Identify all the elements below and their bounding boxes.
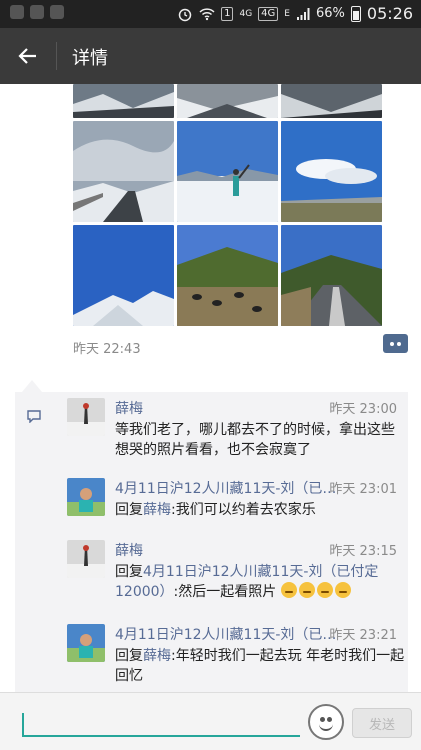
emoji-mouth-icon bbox=[319, 723, 333, 731]
alarm-icon bbox=[178, 8, 192, 21]
photo-thumbnail[interactable] bbox=[281, 225, 382, 326]
post-time: 昨天 22:43 bbox=[73, 342, 141, 357]
wifi-icon bbox=[199, 7, 215, 20]
grimace-emoji-icon bbox=[316, 582, 333, 598]
comment-item[interactable]: 4月11日沪12人川藏11天-刘（已… 昨天 23:21 回复薛梅:年轻时我们一… bbox=[67, 624, 404, 692]
comment-author[interactable]: 薛梅 bbox=[115, 540, 143, 560]
network-type-box: 4G bbox=[258, 6, 279, 21]
status-bar: 1 4G 4G E 66% 05:26 bbox=[0, 0, 421, 28]
comment-time: 昨天 23:01 bbox=[329, 482, 397, 497]
comment-text: 等我们老了，哪儿都去不了的时候，拿出这些想哭的照片看看，也不会寂寞了 bbox=[115, 422, 395, 458]
grimace-emoji-icon bbox=[280, 582, 297, 598]
grimace-emoji-icon bbox=[298, 582, 315, 598]
comment-input[interactable] bbox=[22, 709, 300, 737]
comment-author[interactable]: 薛梅 bbox=[115, 398, 143, 418]
comment-author[interactable]: 4月11日沪12人川藏11天-刘（已… bbox=[115, 478, 336, 498]
comment-text: 回复薛梅:年轻时我们一起去玩 年老时我们一起回忆 bbox=[115, 646, 405, 686]
comment-time: 昨天 23:15 bbox=[329, 544, 397, 559]
app-notification-icon bbox=[30, 5, 44, 19]
photo-thumbnail[interactable] bbox=[73, 84, 174, 118]
sim-badge: 1 bbox=[221, 6, 234, 21]
emoji-button[interactable] bbox=[308, 704, 344, 740]
send-button[interactable]: 发送 bbox=[352, 708, 412, 738]
reply-prefix: 回复 bbox=[115, 564, 143, 580]
reply-target[interactable]: 薛梅 bbox=[143, 648, 171, 664]
network-type: 4G bbox=[239, 8, 253, 19]
app-notification-icon bbox=[50, 5, 64, 19]
avatar[interactable] bbox=[67, 478, 105, 516]
photo-thumbnail[interactable] bbox=[177, 225, 278, 326]
title-bar: 详情 bbox=[0, 28, 421, 84]
back-arrow-icon[interactable] bbox=[16, 44, 40, 68]
emoji-eye-icon bbox=[327, 717, 332, 722]
photo-thumbnail[interactable] bbox=[73, 121, 174, 222]
reply-target[interactable]: 薛梅 bbox=[143, 502, 171, 518]
avatar[interactable] bbox=[67, 540, 105, 578]
reply-text: :然后一起看照片 bbox=[173, 584, 277, 600]
comment-author[interactable]: 4月11日沪12人川藏11天-刘（已… bbox=[115, 624, 336, 644]
comments-panel: 薛梅 昨天 23:00 等我们老了，哪儿都去不了的时候，拿出这些想哭的照片看看，… bbox=[15, 392, 408, 692]
battery-percent: 66% bbox=[315, 6, 345, 21]
photo-thumbnail[interactable] bbox=[281, 84, 382, 118]
comment-time: 昨天 23:21 bbox=[329, 628, 397, 643]
photo-grid bbox=[73, 84, 383, 330]
emoji-eye-icon bbox=[320, 717, 325, 722]
photo-thumbnail[interactable] bbox=[281, 121, 382, 222]
comment-text: 回复薛梅:我们可以约着去农家乐 bbox=[115, 500, 405, 520]
reply-prefix: 回复 bbox=[115, 648, 143, 664]
comment-text: 回复4月11日沪12人川藏11天-刘（已付定12000）:然后一起看照片 bbox=[115, 562, 405, 602]
avatar[interactable] bbox=[67, 398, 105, 436]
comment-item[interactable]: 薛梅 昨天 23:00 等我们老了，哪儿都去不了的时候，拿出这些想哭的照片看看，… bbox=[67, 398, 397, 468]
notification-icons bbox=[10, 5, 90, 23]
comment-time: 昨天 23:00 bbox=[329, 402, 397, 417]
clock: 05:26 bbox=[366, 4, 413, 23]
input-underline bbox=[22, 735, 300, 737]
text-caret bbox=[22, 713, 24, 735]
grimace-emoji-icon bbox=[334, 582, 351, 598]
app-notification-icon bbox=[10, 5, 24, 19]
comment-item[interactable]: 薛梅 昨天 23:15 回复4月11日沪12人川藏11天-刘（已付定12000）… bbox=[67, 540, 397, 612]
comment-pointer bbox=[22, 380, 42, 392]
reply-prefix: 回复 bbox=[115, 502, 143, 518]
page-title: 详情 bbox=[72, 48, 108, 69]
system-icons: 1 4G 4G E 66% 05:26 bbox=[177, 4, 413, 23]
comment-item[interactable]: 4月11日沪12人川藏11天-刘（已… 昨天 23:01 回复薛梅:我们可以约着… bbox=[67, 478, 397, 528]
avatar[interactable] bbox=[67, 624, 105, 662]
battery-icon bbox=[350, 5, 361, 22]
photo-thumbnail[interactable] bbox=[177, 84, 278, 118]
title-divider bbox=[56, 42, 57, 70]
comment-icon bbox=[27, 410, 41, 423]
signal-icon bbox=[296, 7, 310, 20]
reply-text: :我们可以约着去农家乐 bbox=[171, 502, 316, 518]
comment-more-button[interactable] bbox=[383, 334, 408, 353]
network-type-e: E bbox=[284, 8, 290, 19]
photo-thumbnail[interactable] bbox=[177, 121, 278, 222]
photo-thumbnail[interactable] bbox=[73, 225, 174, 326]
